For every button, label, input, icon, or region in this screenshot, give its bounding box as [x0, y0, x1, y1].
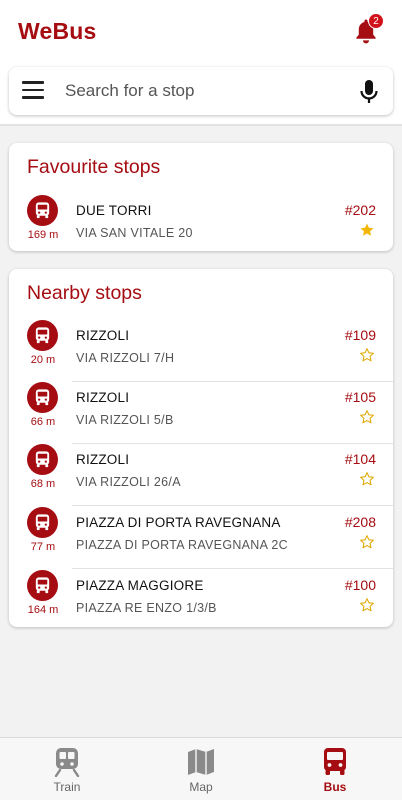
bus-stop-icon — [27, 570, 58, 601]
star-outline-icon[interactable] — [359, 347, 375, 363]
stop-distance: 68 m — [30, 478, 56, 490]
header-divider — [0, 124, 402, 126]
star-outline-icon[interactable] — [359, 534, 375, 550]
bottom-navigation: Train Map Bus — [0, 737, 402, 800]
nearby-stops-card: Nearby stops 20 m RIZZOLI VIA RIZZOLI 7/… — [9, 269, 393, 627]
bus-stop-icon — [27, 382, 58, 413]
notifications-button[interactable]: 2 — [352, 13, 384, 46]
favourite-stops-title: Favourite stops — [27, 156, 161, 178]
stop-number: #104 — [344, 451, 376, 467]
stop-row[interactable]: 66 m RIZZOLI VIA RIZZOLI 5/B #105 — [9, 382, 393, 444]
stop-address: PIAZZA RE ENZO 1/3/B — [76, 601, 217, 615]
stop-row[interactable]: 77 m PIAZZA DI PORTA RAVEGNANA PIAZZA DI… — [9, 507, 393, 569]
tab-bus-label: Bus — [323, 780, 347, 794]
stop-row[interactable]: 20 m RIZZOLI VIA RIZZOLI 7/H #109 — [9, 320, 393, 382]
stop-number: #105 — [344, 389, 376, 405]
stop-row[interactable]: 68 m RIZZOLI VIA RIZZOLI 26/A #104 — [9, 444, 393, 506]
stop-name: DUE TORRI — [76, 203, 152, 218]
stop-number: #100 — [344, 577, 376, 593]
tab-train[interactable]: Train — [0, 738, 134, 800]
menu-icon[interactable] — [22, 81, 44, 101]
search-input[interactable] — [65, 78, 345, 104]
stop-distance: 164 m — [27, 604, 59, 616]
row-divider — [72, 568, 393, 569]
stop-number: #208 — [344, 514, 376, 530]
stop-row[interactable]: 169 m DUE TORRI VIA SAN VITALE 20 #202 — [9, 195, 393, 257]
nearby-stops-title: Nearby stops — [27, 282, 142, 304]
header: WeBus 2 — [0, 0, 402, 125]
bus-stop-icon — [27, 507, 58, 538]
stop-distance: 20 m — [30, 354, 56, 366]
star-outline-icon[interactable] — [359, 409, 375, 425]
stop-row[interactable]: 164 m PIAZZA MAGGIORE PIAZZA RE ENZO 1/3… — [9, 570, 393, 632]
star-outline-icon[interactable] — [359, 471, 375, 487]
stop-number: #202 — [344, 202, 376, 218]
stop-address: VIA RIZZOLI 5/B — [76, 413, 174, 427]
stop-address: VIA SAN VITALE 20 — [76, 226, 193, 240]
tab-map[interactable]: Map — [134, 738, 268, 800]
stop-name: PIAZZA MAGGIORE — [76, 578, 204, 593]
notification-badge: 2 — [368, 13, 384, 29]
row-divider — [72, 505, 393, 506]
favourite-stops-card: Favourite stops 169 m DUE TORRI VIA SAN … — [9, 143, 393, 251]
map-icon — [188, 749, 214, 775]
stop-distance: 77 m — [30, 541, 56, 553]
stop-name: PIAZZA DI PORTA RAVEGNANA — [76, 515, 281, 530]
search-bar — [9, 67, 393, 115]
tab-map-label: Map — [189, 780, 213, 794]
microphone-icon[interactable] — [359, 79, 379, 105]
stop-address: PIAZZA DI PORTA RAVEGNANA 2C — [76, 538, 288, 552]
train-icon — [54, 748, 80, 777]
bus-stop-icon — [27, 320, 58, 351]
app-screen: WeBus 2 Favourite stops — [0, 0, 402, 800]
bus-icon — [324, 748, 346, 775]
tab-bus[interactable]: Bus — [268, 738, 402, 800]
stop-distance: 169 m — [27, 229, 59, 241]
star-outline-icon[interactable] — [359, 597, 375, 613]
app-title: WeBus — [18, 18, 97, 44]
stop-name: RIZZOLI — [76, 390, 130, 405]
stop-distance: 66 m — [30, 416, 56, 428]
bus-stop-icon — [27, 195, 58, 226]
stop-address: VIA RIZZOLI 7/H — [76, 351, 175, 365]
stop-number: #109 — [344, 327, 376, 343]
stop-address: VIA RIZZOLI 26/A — [76, 475, 181, 489]
stop-name: RIZZOLI — [76, 452, 130, 467]
star-filled-icon[interactable] — [359, 222, 375, 238]
tab-train-label: Train — [53, 780, 81, 794]
bus-stop-icon — [27, 444, 58, 475]
stop-name: RIZZOLI — [76, 328, 130, 343]
